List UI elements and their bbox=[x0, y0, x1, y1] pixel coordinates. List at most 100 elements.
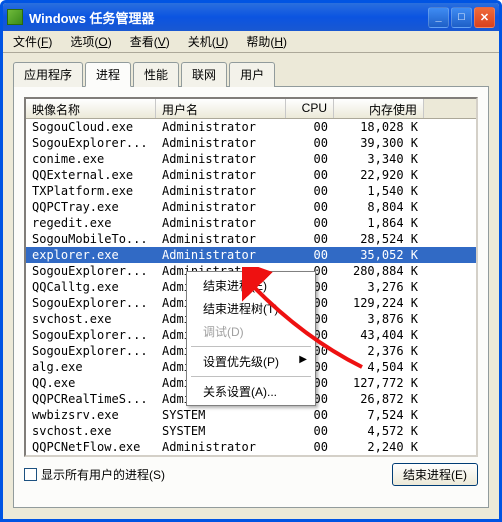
table-row[interactable]: explorer.exeAdministrator0035,052 K bbox=[26, 247, 476, 263]
menu-u[interactable]: 关机(U) bbox=[184, 31, 233, 52]
cell-name: SogouMobileTo... bbox=[26, 231, 156, 247]
cell-mem: 28,524 K bbox=[334, 231, 424, 247]
cell-user: Administrator bbox=[156, 151, 286, 167]
tab-panel-processes: 映像名称 用户名 CPU 内存使用 SogouCloud.exeAdminist… bbox=[13, 86, 489, 508]
maximize-button[interactable]: □ bbox=[451, 7, 472, 28]
cell-name: SogouExplorer... bbox=[26, 343, 156, 359]
menubar: 文件(F) 选项(O) 查看(V) 关机(U) 帮助(H) bbox=[3, 31, 499, 53]
table-row[interactable]: SogouExplorer...Administrator0039,300 K bbox=[26, 135, 476, 151]
cell-name: TXPlatform.exe bbox=[26, 183, 156, 199]
context-separator bbox=[191, 376, 311, 377]
tab-0[interactable]: 应用程序 bbox=[13, 62, 83, 87]
cell-cpu: 00 bbox=[286, 247, 334, 263]
checkbox-icon bbox=[24, 468, 37, 481]
cell-name: SogouExplorer... bbox=[26, 295, 156, 311]
cell-name: QQPCTray.exe bbox=[26, 199, 156, 215]
table-row[interactable]: SogouCloud.exeAdministrator0018,028 K bbox=[26, 119, 476, 135]
cell-user: Administrator bbox=[156, 215, 286, 231]
column-cpu[interactable]: CPU bbox=[286, 99, 334, 118]
cell-user: SYSTEM bbox=[156, 423, 286, 439]
cell-cpu: 00 bbox=[286, 135, 334, 151]
context-item-6[interactable]: 关系设置(A)... bbox=[189, 380, 313, 403]
close-button[interactable]: ✕ bbox=[474, 7, 495, 28]
titlebar[interactable]: Windows 任务管理器 _ □ ✕ bbox=[3, 3, 499, 31]
menu-h[interactable]: 帮助(H) bbox=[242, 31, 291, 52]
cell-user: SYSTEM bbox=[156, 407, 286, 423]
table-row[interactable]: wwbizsrv.exeSYSTEM007,524 K bbox=[26, 407, 476, 423]
column-memory[interactable]: 内存使用 bbox=[334, 99, 424, 118]
cell-user: Administrator bbox=[156, 439, 286, 455]
cell-name: QQExternal.exe bbox=[26, 167, 156, 183]
cell-mem: 127,772 K bbox=[334, 375, 424, 391]
cell-mem: 2,240 K bbox=[334, 439, 424, 455]
cell-user: Administrator bbox=[156, 247, 286, 263]
cell-mem: 8,804 K bbox=[334, 199, 424, 215]
task-manager-window: Windows 任务管理器 _ □ ✕ 文件(F) 选项(O) 查看(V) 关机(U)… bbox=[0, 0, 502, 522]
table-row[interactable]: conime.exeAdministrator003,340 K bbox=[26, 151, 476, 167]
cell-mem: 43,404 K bbox=[334, 327, 424, 343]
cell-user: Administrator bbox=[156, 167, 286, 183]
cell-name: SogouExplorer... bbox=[26, 135, 156, 151]
content-area: 应用程序进程性能联网用户 映像名称 用户名 CPU 内存使用 SogouClou… bbox=[3, 53, 499, 518]
cell-user: Administrator bbox=[156, 183, 286, 199]
column-image-name[interactable]: 映像名称 bbox=[26, 99, 156, 118]
window-title: Windows 任务管理器 bbox=[29, 8, 428, 27]
context-item-1[interactable]: 结束进程树(T) bbox=[189, 297, 313, 320]
cell-name: alg.exe bbox=[26, 359, 156, 375]
cell-cpu: 00 bbox=[286, 199, 334, 215]
cell-mem: 1,864 K bbox=[334, 215, 424, 231]
menu-v[interactable]: 查看(V) bbox=[126, 31, 174, 52]
cell-user: Administrator bbox=[156, 119, 286, 135]
cell-mem: 129,224 K bbox=[334, 295, 424, 311]
cell-cpu: 00 bbox=[286, 183, 334, 199]
cell-cpu: 00 bbox=[286, 119, 334, 135]
cell-user: Administrator bbox=[156, 199, 286, 215]
table-row[interactable]: QQPCNetFlow.exeAdministrator002,240 K bbox=[26, 439, 476, 455]
cell-name: SogouExplorer... bbox=[26, 263, 156, 279]
table-row[interactable]: SogouMobileTo...Administrator0028,524 K bbox=[26, 231, 476, 247]
end-process-button[interactable]: 结束进程(E) bbox=[392, 463, 478, 486]
table-row[interactable]: TXPlatform.exeAdministrator001,540 K bbox=[26, 183, 476, 199]
window-controls: _ □ ✕ bbox=[428, 7, 495, 28]
tab-3[interactable]: 联网 bbox=[181, 62, 227, 87]
table-row[interactable]: svchost.exeSYSTEM004,572 K bbox=[26, 423, 476, 439]
minimize-button[interactable]: _ bbox=[428, 7, 449, 28]
cell-name: svchost.exe bbox=[26, 423, 156, 439]
cell-name: svchost.exe bbox=[26, 311, 156, 327]
tab-4[interactable]: 用户 bbox=[229, 62, 275, 87]
menu-o[interactable]: 选项(O) bbox=[66, 31, 115, 52]
column-user-name[interactable]: 用户名 bbox=[156, 99, 286, 118]
app-icon bbox=[7, 9, 23, 25]
show-all-users-label: 显示所有用户的进程(S) bbox=[41, 466, 165, 483]
context-item-4[interactable]: 设置优先级(P)▶ bbox=[189, 350, 313, 373]
show-all-users-checkbox[interactable]: 显示所有用户的进程(S) bbox=[24, 466, 165, 483]
cell-name: conime.exe bbox=[26, 151, 156, 167]
context-menu[interactable]: 结束进程(E)结束进程树(T)调试(D) 设置优先级(P)▶ 关系设置(A)... bbox=[186, 271, 316, 406]
table-row[interactable]: QQExternal.exeAdministrator0022,920 K bbox=[26, 167, 476, 183]
table-row[interactable]: regedit.exeAdministrator001,864 K bbox=[26, 215, 476, 231]
tab-2[interactable]: 性能 bbox=[133, 62, 179, 87]
menu-f[interactable]: 文件(F) bbox=[9, 31, 56, 52]
cell-mem: 3,876 K bbox=[334, 311, 424, 327]
cell-mem: 18,028 K bbox=[334, 119, 424, 135]
listview-header: 映像名称 用户名 CPU 内存使用 bbox=[26, 99, 476, 119]
cell-cpu: 00 bbox=[286, 439, 334, 455]
cell-name: QQCalltg.exe bbox=[26, 279, 156, 295]
cell-mem: 3,340 K bbox=[334, 151, 424, 167]
cell-mem: 1,540 K bbox=[334, 183, 424, 199]
cell-cpu: 00 bbox=[286, 167, 334, 183]
cell-mem: 4,572 K bbox=[334, 423, 424, 439]
cell-cpu: 00 bbox=[286, 407, 334, 423]
context-item-0[interactable]: 结束进程(E) bbox=[189, 274, 313, 297]
cell-name: QQ.exe bbox=[26, 375, 156, 391]
table-row[interactable]: QQPCTray.exeAdministrator008,804 K bbox=[26, 199, 476, 215]
tab-1[interactable]: 进程 bbox=[85, 62, 131, 87]
cell-mem: 2,376 K bbox=[334, 343, 424, 359]
cell-name: SogouExplorer... bbox=[26, 327, 156, 343]
cell-name: QQPCRealTimeS... bbox=[26, 391, 156, 407]
context-separator bbox=[191, 346, 311, 347]
context-item-2: 调试(D) bbox=[189, 320, 313, 343]
bottom-bar: 显示所有用户的进程(S) 结束进程(E) bbox=[24, 463, 478, 486]
cell-mem: 4,504 K bbox=[334, 359, 424, 375]
cell-name: regedit.exe bbox=[26, 215, 156, 231]
